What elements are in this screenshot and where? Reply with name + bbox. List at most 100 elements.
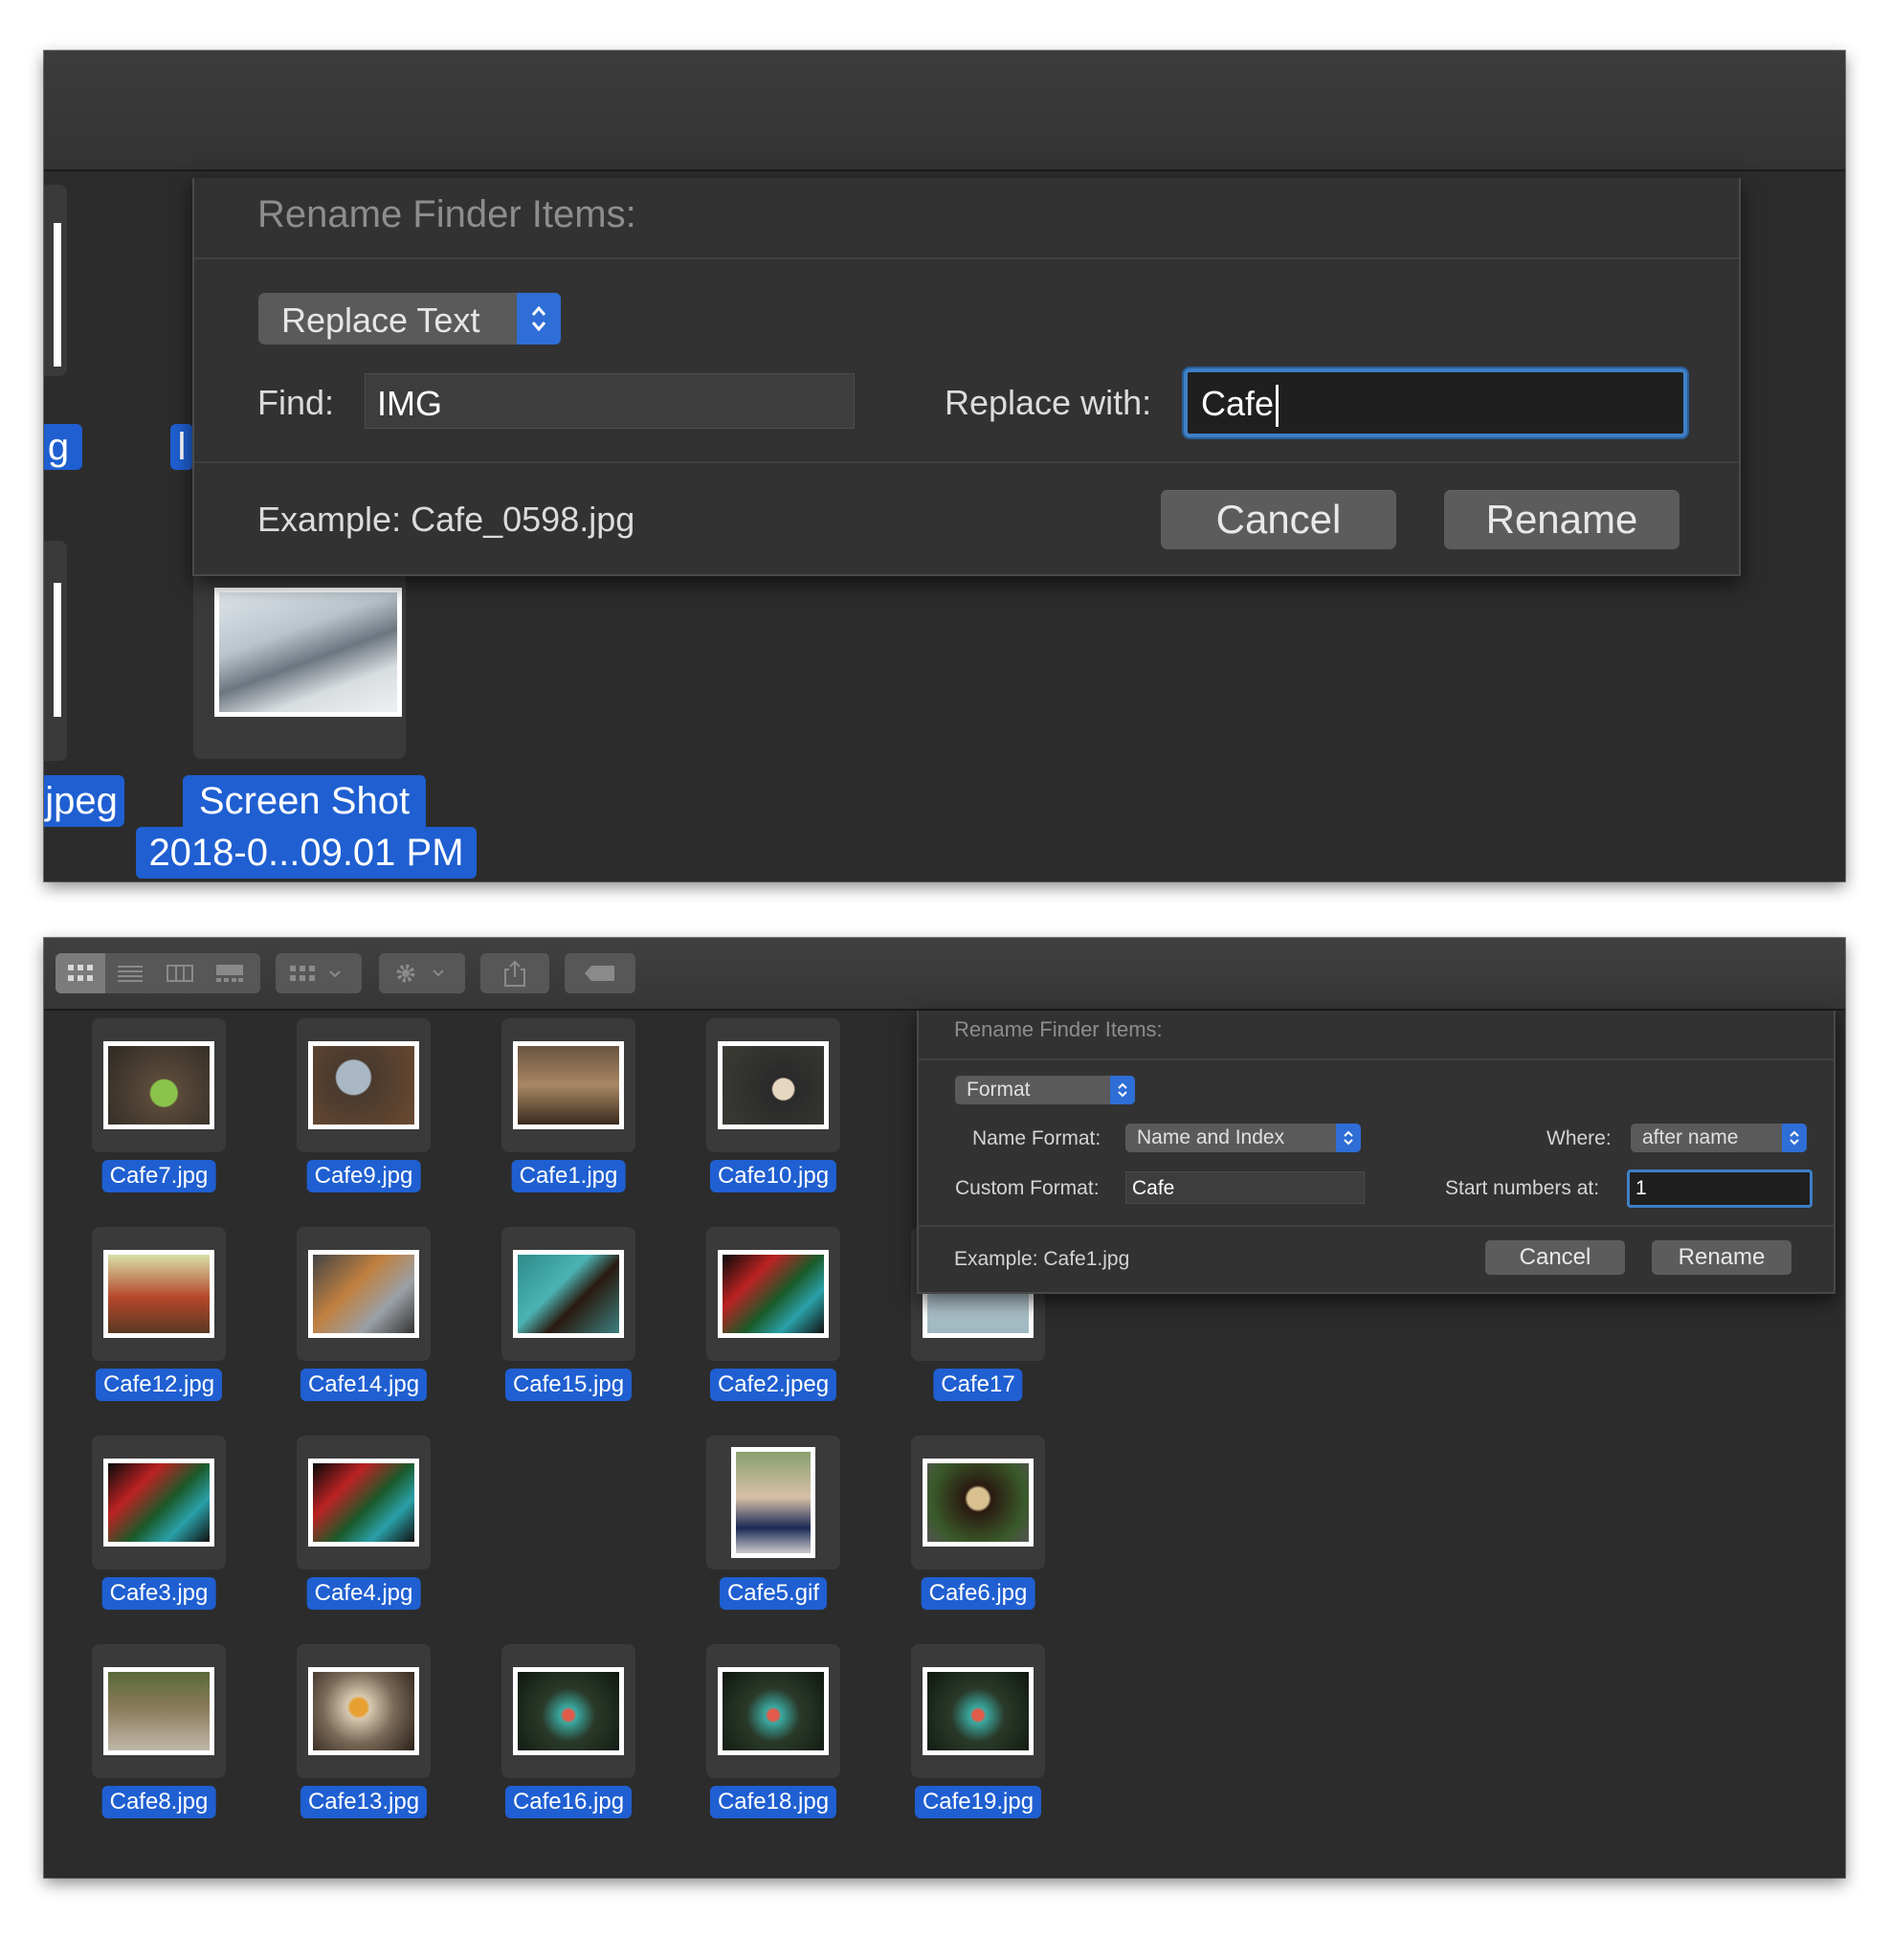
gallery-view-icon[interactable] (205, 953, 255, 993)
rename-button[interactable]: Rename (1652, 1240, 1791, 1275)
file-name-label[interactable]: Cafe8.jpg (101, 1786, 216, 1818)
photo-image (518, 1255, 619, 1333)
file-name-label[interactable]: Cafe9.jpg (306, 1160, 421, 1192)
photo-thumbnail (513, 1250, 624, 1338)
file-name-label[interactable]: Cafe14.jpg (300, 1369, 428, 1401)
popup-stepper-icon (1782, 1124, 1807, 1152)
group-by-dropdown[interactable] (276, 953, 362, 993)
file-thumbnail-partial[interactable] (44, 541, 67, 761)
photo-image (927, 1672, 1029, 1750)
file-label-partial[interactable]: g (44, 424, 82, 470)
grid-arrange-icon (290, 966, 341, 981)
file-name-label[interactable]: Cafe19.jpg (914, 1786, 1042, 1818)
list-view-icon[interactable] (105, 953, 155, 993)
find-input[interactable]: IMG (365, 373, 855, 429)
photo-image (723, 1255, 824, 1333)
start-numbers-input[interactable]: 1 (1627, 1169, 1813, 1208)
find-value: IMG (377, 384, 442, 423)
file-name-label[interactable]: Cafe12.jpg (95, 1369, 223, 1401)
file-label-line2[interactable]: 2018-0...09.01 PM (136, 827, 477, 879)
photo-image (723, 1672, 824, 1750)
photo-image (108, 1463, 210, 1542)
where-popup[interactable]: after name (1631, 1124, 1807, 1152)
photo-thumbnail (731, 1447, 815, 1558)
divider (919, 1225, 1834, 1227)
photo-image (313, 1672, 414, 1750)
file-name-label[interactable]: Cafe1.jpg (511, 1160, 626, 1192)
name-format-popup[interactable]: Name and Index (1125, 1124, 1361, 1152)
mode-popup[interactable]: Format (955, 1076, 1135, 1104)
file-label-partial[interactable]: jpeg (44, 775, 124, 827)
file-name-label[interactable]: Cafe13.jpg (300, 1786, 428, 1818)
photo-thumbnail (308, 1459, 419, 1547)
file-name-label[interactable]: Cafe15.jpg (504, 1369, 633, 1401)
replace-with-input[interactable]: Cafe (1184, 368, 1687, 437)
action-menu[interactable] (379, 953, 465, 993)
cancel-button[interactable]: Cancel (1485, 1240, 1625, 1275)
photo-thumbnail (718, 1041, 829, 1129)
share-button[interactable] (480, 953, 549, 993)
file-name-label[interactable]: Cafe16.jpg (504, 1786, 633, 1818)
view-mode-segmented-control[interactable] (56, 953, 260, 993)
gear-icon (396, 964, 444, 983)
photo-thumbnail (923, 1459, 1034, 1547)
file-name-label[interactable]: Cafe4.jpg (306, 1577, 421, 1610)
photo-thumbnail (308, 1250, 419, 1338)
divider (919, 1058, 1834, 1060)
file-name-label[interactable]: Cafe6.jpg (921, 1577, 1035, 1610)
photo-thumbnail (923, 1667, 1034, 1755)
finder-window-replace-text: g l jpeg Screen Shot 2018-0...09.01 PM R… (44, 51, 1845, 881)
where-label: Where: (1546, 1127, 1612, 1149)
icon-view-icon[interactable] (56, 953, 105, 993)
popup-stepper-icon (517, 293, 561, 345)
mode-popup[interactable]: Replace Text (258, 293, 561, 345)
name-format-label: Name Format: (972, 1127, 1101, 1149)
custom-format-input[interactable]: Cafe (1125, 1171, 1365, 1204)
photo-thumbnail (103, 1041, 214, 1129)
tags-button[interactable] (565, 953, 635, 993)
finder-window-format: Cafe7.jpg Cafe9.jpg Cafe1.jpg Cafe10.jpg Caf… (44, 938, 1845, 1878)
example-text: Example: Cafe_0598.jpg (257, 500, 635, 539)
cancel-button[interactable]: Cancel (1161, 490, 1396, 549)
rename-dialog: Rename Finder Items: Format Name Format:… (917, 1011, 1835, 1294)
photo-image (313, 1463, 414, 1542)
dialog-title: Rename Finder Items: (954, 1017, 1163, 1041)
file-name-label[interactable]: Cafe2.jpeg (709, 1369, 837, 1401)
replace-with-label: Replace with: (945, 383, 1152, 422)
popup-stepper-icon (1110, 1076, 1135, 1104)
find-label: Find: (257, 383, 335, 422)
divider (194, 461, 1739, 463)
file-name-label[interactable]: Cafe17 (933, 1369, 1023, 1401)
photo-image (313, 1255, 414, 1333)
photo-image (518, 1672, 619, 1750)
photo-thumbnail (103, 1250, 214, 1338)
file-label-partial[interactable]: l (170, 424, 193, 470)
file-label-line1[interactable]: Screen Shot (183, 775, 426, 827)
photo-image (108, 1672, 210, 1750)
photo-thumbnail (513, 1667, 624, 1755)
rename-button[interactable]: Rename (1444, 490, 1680, 549)
rename-dialog: Rename Finder Items: Replace Text Find: … (192, 178, 1741, 576)
thumbnail-edge (54, 223, 61, 367)
photo-thumbnail (308, 1667, 419, 1755)
file-thumbnail-partial[interactable] (44, 185, 67, 376)
custom-format-label: Custom Format: (955, 1177, 1100, 1199)
file-name-label[interactable]: Cafe18.jpg (709, 1786, 837, 1818)
text-cursor (1276, 385, 1279, 428)
photo-thumbnail (718, 1250, 829, 1338)
file-name-label[interactable]: Cafe10.jpg (709, 1160, 837, 1192)
file-name-label[interactable]: Cafe3.jpg (101, 1577, 216, 1610)
photo-thumbnail (308, 1041, 419, 1129)
file-name-label[interactable]: Cafe5.gif (719, 1577, 828, 1610)
mode-popup-label: Format (967, 1079, 1031, 1101)
file-name-label[interactable]: Cafe7.jpg (101, 1160, 216, 1192)
start-numbers-label: Start numbers at: (1445, 1177, 1600, 1199)
where-value: after name (1642, 1126, 1739, 1148)
photo-thumbnail (103, 1667, 214, 1755)
photo-thumbnail (103, 1459, 214, 1547)
column-view-icon[interactable] (155, 953, 205, 993)
name-format-value: Name and Index (1137, 1126, 1285, 1148)
thumbnail-edge (54, 583, 61, 717)
tag-icon (585, 966, 614, 981)
replace-value: Cafe (1201, 384, 1279, 428)
